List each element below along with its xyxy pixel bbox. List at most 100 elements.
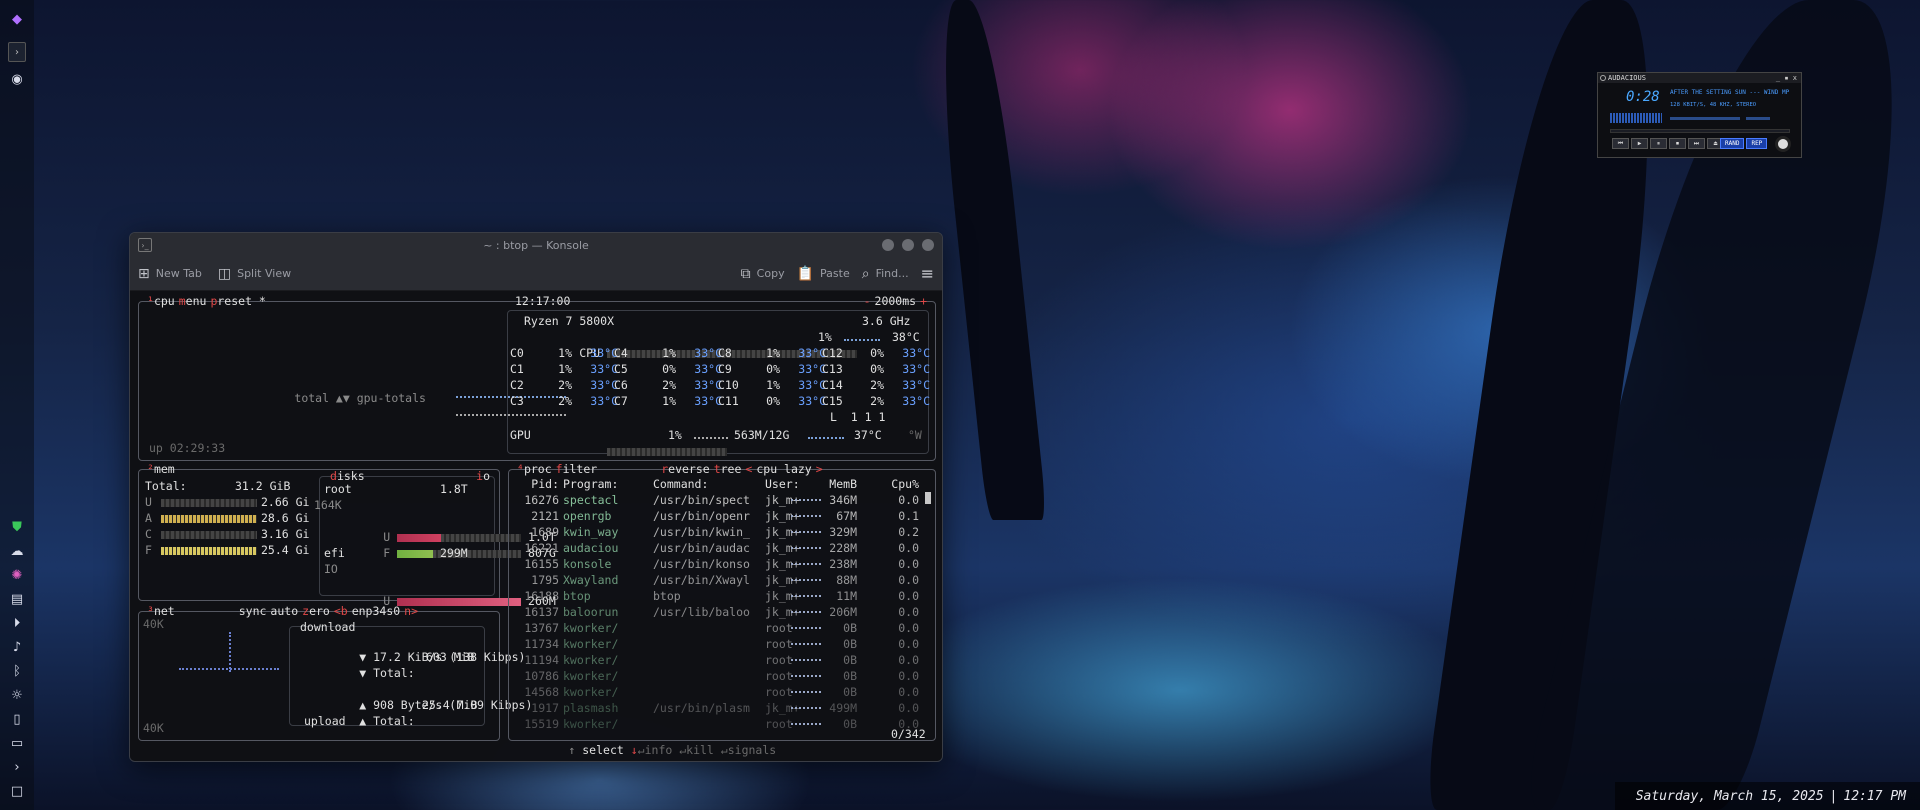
net-box: ³net sync auto zero <b enp34s0 n> 40K 40…: [138, 604, 532, 741]
io-toggle[interactable]: io: [476, 468, 490, 484]
clock-time: 12:17 PM: [1843, 788, 1906, 804]
cpu-core-cell: C12 0% 33°C: [822, 346, 930, 360]
net-sync-toggle[interactable]: sync: [239, 603, 267, 619]
wallpaper-tree-trunk: [932, 0, 1048, 520]
audacious-balance-slider[interactable]: [1746, 117, 1770, 120]
konsole-titlebar[interactable]: ›_ ~ : btop — Konsole: [130, 233, 942, 257]
left-dock-panel: ◆ › ◉ ⛊ ☁ ✺ ▤ ⏵ ♪ ᛒ ☼ ▯ ▭ › □: [0, 0, 34, 810]
cpu-core-cell: C8 1% 33°C: [718, 346, 826, 360]
sort-mode[interactable]: cpu lazy: [756, 461, 811, 477]
audacious-menu-icon[interactable]: [1600, 75, 1606, 81]
net-prev-iface[interactable]: <b: [334, 603, 348, 619]
cpu-box: ¹cpu menu preset * 12:17:00 -2000ms + tot…: [138, 294, 936, 461]
taskbar-clock[interactable]: Saturday, March 15, 2025 | 12:17 PM: [1615, 782, 1920, 810]
preset-tab[interactable]: preset *: [210, 293, 265, 309]
reverse-toggle[interactable]: reverse: [661, 461, 709, 477]
shield-icon[interactable]: ⛊: [8, 518, 26, 536]
audacious-titlebar[interactable]: AUDACIOUS _ ▪ x: [1598, 73, 1801, 83]
paste-label: Paste: [820, 267, 850, 280]
maximize-button[interactable]: [902, 239, 914, 251]
gpu-mem: 563M/12G: [734, 428, 790, 442]
audacious-visualizer: [1610, 113, 1662, 123]
shuffle-button[interactable]: RAND: [1720, 138, 1745, 149]
repeat-button[interactable]: REP: [1746, 138, 1768, 149]
net-zero-toggle[interactable]: zero: [302, 603, 330, 619]
stop-button[interactable]: ⏹: [1669, 138, 1686, 149]
audacious-title: AUDACIOUS: [1608, 74, 1646, 82]
net-scale-top: 40K: [143, 617, 164, 631]
signals-action[interactable]: signals: [728, 743, 776, 757]
paste-button[interactable]: 📋 Paste: [797, 266, 850, 282]
clock-separator: |: [1829, 788, 1838, 804]
proc-cpu-graph: [791, 643, 821, 645]
play-button[interactable]: ▶: [1631, 138, 1648, 149]
cpu-core-cell: C15 2% 33°C: [822, 394, 930, 408]
volume-icon[interactable]: ♪: [8, 638, 26, 656]
minimize-button[interactable]: [882, 239, 894, 251]
net-box-header: ³net sync auto zero <b enp34s0 n>: [147, 603, 418, 619]
info-action[interactable]: info: [645, 743, 673, 757]
close-button[interactable]: [922, 239, 934, 251]
btop-terminal[interactable]: ¹cpu menu preset * 12:17:00 -2000ms + tot…: [130, 291, 942, 761]
audacious-logo-icon: [1775, 136, 1791, 152]
battery-icon[interactable]: ▯: [8, 710, 26, 728]
proc-tab[interactable]: ⁴proc: [517, 461, 552, 477]
audacious-seek-bar[interactable]: [1610, 129, 1790, 133]
proc-scrollbar[interactable]: [925, 492, 931, 504]
hamburger-menu-icon[interactable]: ≡: [921, 264, 934, 283]
audacious-volume-slider[interactable]: [1670, 117, 1740, 120]
terminal-icon[interactable]: ›: [8, 42, 26, 62]
next-button[interactable]: ⏭: [1688, 138, 1705, 149]
kde-launcher-icon[interactable]: ◆: [8, 10, 26, 28]
proc-count: 0/342: [891, 727, 926, 741]
bluetooth-icon[interactable]: ᛒ: [8, 662, 26, 680]
window-controls: [882, 239, 934, 251]
display-icon[interactable]: ▭: [8, 734, 26, 752]
proc-cpu-graph: [791, 515, 821, 517]
desktop-icon[interactable]: □: [8, 782, 26, 800]
gpu-temp: 37°C: [854, 428, 882, 442]
new-tab-button[interactable]: ⊞ New Tab: [138, 266, 202, 282]
net-scale-bottom: 40K: [143, 721, 164, 735]
cpu-model: Ryzen 7 5800X: [524, 314, 615, 328]
pause-button[interactable]: ⏸: [1650, 138, 1667, 149]
cpu-core-cell: C1 1% 33°C: [510, 362, 618, 376]
net-next-iface[interactable]: n>: [404, 603, 418, 619]
sort-next[interactable]: >: [816, 461, 823, 477]
split-view-label: Split View: [237, 267, 292, 280]
audacious-window-buttons[interactable]: _ ▪ x: [1776, 73, 1797, 83]
proc-cpu-graph: [791, 707, 821, 709]
uptime: up 02:29:33: [149, 441, 226, 455]
find-button[interactable]: ⌕ Find...: [862, 266, 909, 282]
audacious-icon[interactable]: ◉: [8, 70, 26, 88]
kill-action[interactable]: kill: [686, 743, 714, 757]
split-view-button[interactable]: ◫ Split View: [218, 266, 291, 282]
proc-cpu-graph: [791, 627, 821, 629]
paste-icon: 📋: [796, 265, 815, 282]
media-play-icon[interactable]: ⏵: [8, 614, 26, 632]
proc-cpu-graph: [791, 723, 821, 725]
previous-button[interactable]: ⏮: [1612, 138, 1629, 149]
select-action[interactable]: select: [582, 743, 624, 757]
audacious-time[interactable]: 0:28: [1626, 89, 1660, 105]
cpu-tab[interactable]: ¹cpu: [147, 293, 175, 309]
copy-button[interactable]: ⧉ Copy: [741, 266, 785, 282]
cloud-icon[interactable]: ☁: [8, 542, 26, 560]
menu-tab[interactable]: menu: [179, 293, 207, 309]
toolbar-right-group: ⧉ Copy 📋 Paste ⌕ Find... ≡: [741, 264, 934, 283]
refresh-rate[interactable]: -2000ms +: [864, 293, 927, 309]
color-wheel-icon[interactable]: ✺: [8, 566, 26, 584]
cpu-core-cell: C5 0% 33°C: [614, 362, 722, 376]
expand-icon[interactable]: ›: [8, 758, 26, 776]
konsole-app-icon[interactable]: ›_: [138, 238, 152, 252]
split-view-icon: ◫: [217, 265, 232, 282]
net-auto-toggle[interactable]: auto: [270, 603, 298, 619]
sort-prev[interactable]: <: [745, 461, 752, 477]
cpu-total-pct: 1%: [818, 330, 832, 344]
clipboard-icon[interactable]: ▤: [8, 590, 26, 608]
audacious-player[interactable]: AUDACIOUS _ ▪ x 0:28 AFTER THE SETTING S…: [1597, 72, 1802, 158]
mem-box-header[interactable]: ²mem: [147, 461, 175, 477]
brightness-icon[interactable]: ☼: [8, 686, 26, 704]
tree-toggle[interactable]: tree: [714, 461, 742, 477]
filter-toggle[interactable]: filter: [556, 461, 598, 477]
